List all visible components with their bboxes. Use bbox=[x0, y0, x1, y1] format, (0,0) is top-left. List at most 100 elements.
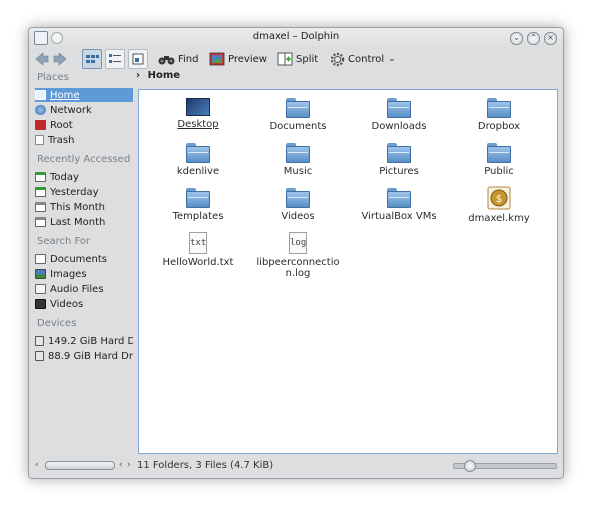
folder-icon bbox=[186, 143, 210, 163]
calendar-icon bbox=[35, 202, 46, 212]
sidebar-item-videos[interactable]: Videos bbox=[35, 297, 133, 311]
file-name: dmaxel.kmy bbox=[468, 213, 530, 224]
compact-view-icon bbox=[109, 54, 121, 63]
file-item[interactable]: Public bbox=[449, 143, 549, 177]
folder-icon bbox=[286, 143, 310, 163]
split-view-icon bbox=[277, 52, 293, 66]
folder-icon bbox=[387, 143, 411, 163]
folder-icon bbox=[387, 98, 411, 118]
folder-icon bbox=[286, 98, 310, 118]
scroll-left-icon[interactable]: ‹ bbox=[35, 460, 39, 470]
close-icon[interactable]: × bbox=[544, 32, 557, 45]
sidebar-item-label: This Month bbox=[50, 201, 105, 213]
sidebar-item-images[interactable]: Images bbox=[35, 267, 133, 281]
file-name: Videos bbox=[281, 211, 315, 222]
file-name: Public bbox=[484, 166, 514, 177]
find-label: Find bbox=[178, 53, 199, 65]
chevron-down-icon: ⌄ bbox=[388, 54, 396, 64]
file-name: VirtualBox VMs bbox=[361, 211, 437, 222]
zoom-slider-handle[interactable] bbox=[464, 460, 476, 472]
file-item[interactable]: $ dmaxel.kmy bbox=[449, 186, 549, 224]
sidebar-item-documents[interactable]: Documents bbox=[35, 252, 133, 266]
scroll-left-icon[interactable]: ‹ bbox=[119, 460, 123, 470]
folder-icon bbox=[387, 188, 411, 208]
calendar-icon bbox=[35, 187, 46, 197]
sidebar-item-last-month[interactable]: Last Month bbox=[35, 215, 133, 229]
details-view-icon bbox=[132, 53, 144, 65]
sidebar-item-today[interactable]: Today bbox=[35, 170, 133, 184]
file-item[interactable]: Documents bbox=[248, 98, 348, 132]
maximize-icon[interactable]: ⌃ bbox=[527, 32, 540, 45]
file-name-line: libpeerconnectio bbox=[256, 257, 340, 268]
folder-icon bbox=[286, 188, 310, 208]
back-button[interactable] bbox=[35, 50, 49, 68]
file-item[interactable]: Dropbox bbox=[449, 98, 549, 132]
sidebar-item-label: Last Month bbox=[50, 216, 106, 228]
status-text: 11 Folders, 3 Files (4.7 KiB) bbox=[137, 460, 274, 471]
sidebar-scrollbar[interactable]: ‹ ‹ › bbox=[35, 460, 131, 470]
sidebar-item-home[interactable]: Home bbox=[35, 88, 133, 102]
sidebar-item-root[interactable]: Root bbox=[35, 118, 133, 132]
file-item[interactable]: Music bbox=[248, 143, 348, 177]
breadcrumb-arrow: › bbox=[136, 70, 141, 81]
file-view[interactable]: Desktop Documents Downloads Dropbox kden… bbox=[138, 89, 558, 454]
forward-arrow-icon bbox=[53, 52, 67, 66]
sidebar-item-audio-files[interactable]: Audio Files bbox=[35, 282, 133, 296]
file-name-line: n.log bbox=[285, 268, 311, 279]
status-bar: ‹ ‹ › 11 Folders, 3 Files (4.7 KiB) bbox=[29, 456, 563, 478]
file-item[interactable]: VirtualBox VMs bbox=[349, 188, 449, 222]
icons-view-icon bbox=[86, 55, 99, 63]
sidebar-item-this-month[interactable]: This Month bbox=[35, 200, 133, 214]
sidebar-item-label: Videos bbox=[50, 298, 84, 310]
breadcrumb[interactable]: › Home bbox=[136, 70, 180, 81]
split-button[interactable]: Split bbox=[277, 50, 318, 68]
scrollbar-thumb[interactable] bbox=[45, 461, 115, 470]
compact-view-button[interactable] bbox=[105, 49, 125, 69]
binoculars-icon bbox=[158, 56, 175, 65]
log-file-icon: log bbox=[289, 232, 307, 254]
control-button[interactable]: Control ⌄ bbox=[330, 50, 396, 68]
preview-button[interactable]: Preview bbox=[209, 50, 267, 68]
file-item[interactable]: Templates bbox=[148, 188, 248, 222]
sidebar-item-network[interactable]: Network bbox=[35, 103, 133, 117]
title-bar[interactable]: dmaxel – Dolphin ⌄ ⌃ × bbox=[29, 28, 563, 48]
file-name: Documents bbox=[269, 121, 327, 132]
minimize-icon[interactable]: ⌄ bbox=[510, 32, 523, 45]
file-item[interactable]: log libpeerconnectio n.log bbox=[248, 232, 348, 279]
zoom-slider[interactable] bbox=[453, 460, 557, 472]
forward-button[interactable] bbox=[53, 50, 67, 68]
file-name: Dropbox bbox=[477, 121, 521, 132]
details-view-button[interactable] bbox=[128, 49, 148, 69]
sidebar-item-hard-drive-2[interactable]: 88.9 GiB Hard Dri bbox=[35, 349, 133, 363]
sidebar-item-label: 149.2 GiB Hard D bbox=[48, 335, 133, 347]
gear-icon bbox=[330, 52, 345, 66]
file-item[interactable]: Desktop bbox=[148, 98, 248, 130]
sidebar-item-yesterday[interactable]: Yesterday bbox=[35, 185, 133, 199]
trash-icon bbox=[35, 135, 44, 145]
search-header: Search For bbox=[37, 236, 91, 247]
breadcrumb-home[interactable]: Home bbox=[148, 70, 180, 81]
hard-drive-icon bbox=[35, 336, 44, 346]
audio-icon bbox=[35, 284, 46, 294]
sidebar-item-label: Yesterday bbox=[50, 186, 99, 198]
file-item[interactable]: txt HelloWorld.txt bbox=[148, 232, 248, 268]
sidebar-item-hard-drive-1[interactable]: 149.2 GiB Hard D bbox=[35, 334, 133, 348]
folder-icon bbox=[487, 98, 511, 118]
svg-text:$: $ bbox=[496, 194, 502, 205]
file-item[interactable]: Downloads bbox=[349, 98, 449, 132]
file-name: Pictures bbox=[379, 166, 419, 177]
back-arrow-icon bbox=[35, 52, 49, 66]
preview-label: Preview bbox=[228, 53, 267, 65]
file-item[interactable]: Videos bbox=[248, 188, 348, 222]
places-header: Places bbox=[37, 72, 69, 83]
home-icon bbox=[35, 90, 46, 100]
file-item[interactable]: kdenlive bbox=[148, 143, 248, 177]
sidebar-item-trash[interactable]: Trash bbox=[35, 133, 133, 147]
file-item[interactable]: Pictures bbox=[349, 143, 449, 177]
images-icon bbox=[35, 269, 46, 279]
desktop-icon bbox=[186, 98, 210, 116]
scroll-right-icon[interactable]: › bbox=[127, 460, 131, 470]
find-button[interactable]: Find bbox=[158, 50, 199, 68]
sidebar-item-label: Audio Files bbox=[50, 283, 104, 295]
icons-view-button[interactable] bbox=[82, 49, 102, 69]
